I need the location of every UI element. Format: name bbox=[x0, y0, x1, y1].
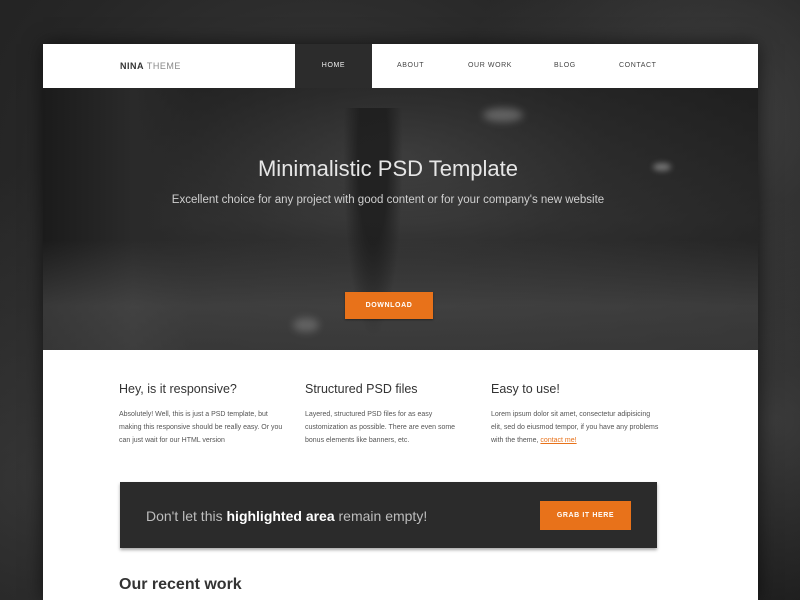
feature-responsive: Hey, is it responsive? Absolutely! Well,… bbox=[119, 382, 289, 447]
website-preview: NINA THEME HOME ABOUT OUR WORK BLOG CONT… bbox=[43, 44, 758, 600]
main-nav: ABOUT OUR WORK BLOG CONTACT bbox=[372, 44, 758, 88]
feature-text: Layered, structured PSD files for as eas… bbox=[305, 411, 456, 444]
highlight-banner: Don't let this highlighted area remain e… bbox=[120, 482, 657, 548]
feature-title: Structured PSD files bbox=[305, 382, 418, 396]
nav-item-about[interactable]: ABOUT bbox=[397, 62, 424, 69]
feature-text: Absolutely! Well, this is just a PSD tem… bbox=[119, 411, 283, 444]
recent-work-title: Our recent work bbox=[119, 576, 242, 593]
hero-title: Minimalistic PSD Template bbox=[257, 156, 518, 181]
highlight-text: Don't let this highlighted area remain e… bbox=[146, 508, 427, 524]
highlight-prefix: Don't let this bbox=[146, 508, 227, 524]
nav-item-contact[interactable]: CONTACT bbox=[619, 62, 657, 69]
download-button[interactable]: DOWNLOAD bbox=[345, 292, 433, 319]
nav-item-home[interactable]: HOME bbox=[295, 44, 372, 88]
logo-bold: NINA bbox=[120, 61, 144, 71]
feature-title: Hey, is it responsive? bbox=[119, 382, 237, 396]
grab-it-here-button[interactable]: GRAB IT HERE bbox=[540, 501, 631, 530]
logo-light: THEME bbox=[146, 61, 181, 71]
nav-item-our-work[interactable]: OUR WORK bbox=[468, 62, 512, 69]
highlight-suffix: remain empty! bbox=[334, 508, 428, 524]
logo-area: NINA THEME bbox=[43, 44, 295, 88]
highlight-strong: highlighted area bbox=[226, 508, 335, 524]
nav-item-blog[interactable]: BLOG bbox=[554, 62, 576, 69]
feature-easy: Easy to use! Lorem ipsum dolor sit amet,… bbox=[491, 382, 661, 447]
site-logo[interactable]: NINA THEME bbox=[120, 61, 181, 71]
hero-light-glow bbox=[293, 318, 319, 332]
contact-me-link[interactable]: contact me! bbox=[540, 437, 576, 444]
feature-title: Easy to use! bbox=[491, 382, 560, 396]
hero-light-glow bbox=[483, 108, 523, 122]
feature-text-wrap: Lorem ipsum dolor sit amet, consectetur … bbox=[491, 408, 661, 447]
site-header: NINA THEME HOME ABOUT OUR WORK BLOG CONT… bbox=[43, 44, 758, 88]
hero-subtitle: Excellent choice for any project with go… bbox=[171, 194, 605, 206]
hero-slider: Minimalistic PSD Template Excellent choi… bbox=[43, 88, 758, 350]
feature-structured: Structured PSD files Layered, structured… bbox=[305, 382, 475, 447]
